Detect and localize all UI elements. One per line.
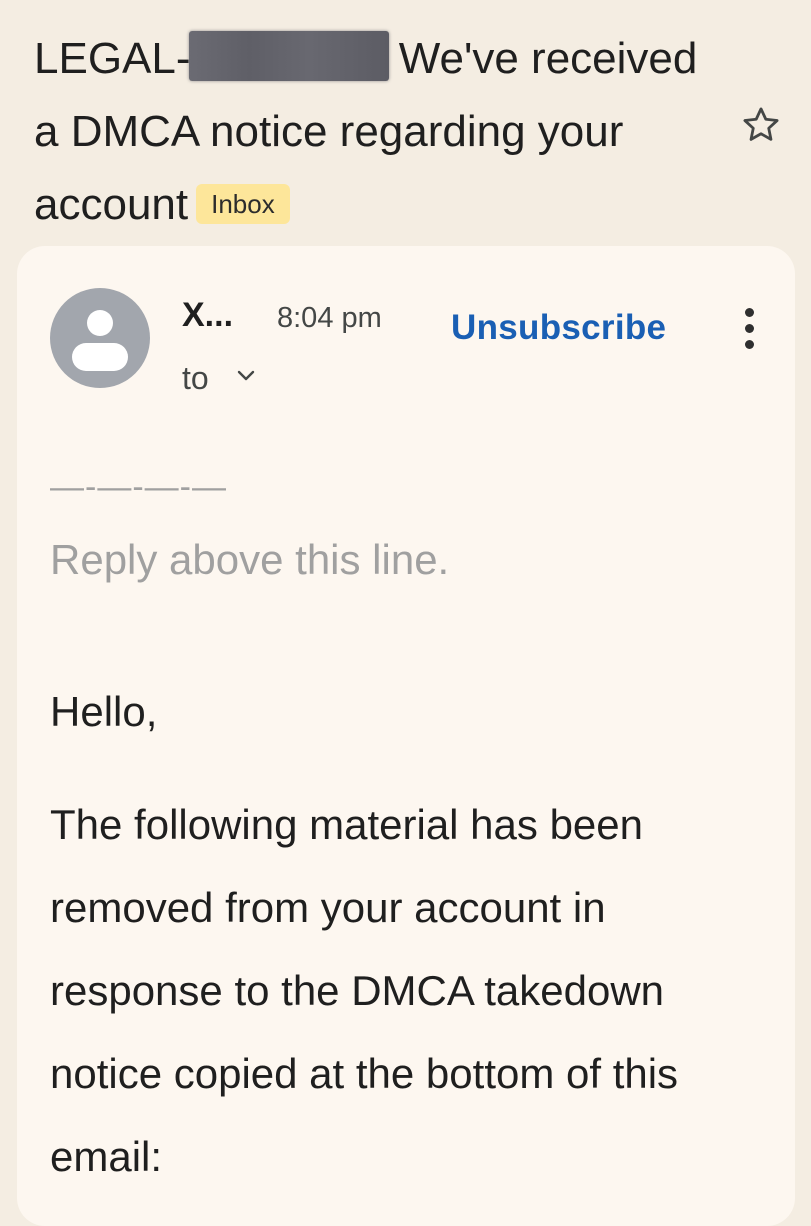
redacted-block (188, 31, 389, 81)
greeting-text: Hello, (50, 688, 158, 735)
message-time: 8:04 pm (277, 302, 382, 334)
sender-name[interactable]: X... (182, 296, 233, 335)
subject-header: LEGAL- We've received a DMCA notice rega… (34, 22, 724, 241)
subject-prefix: LEGAL- (34, 34, 191, 83)
reply-above-hint: Reply above this line. (50, 536, 450, 583)
chevron-down-icon (237, 370, 254, 380)
star-icon[interactable] (740, 104, 782, 146)
to-label: to (182, 360, 209, 396)
recipients-toggle[interactable]: to (182, 360, 257, 397)
unsubscribe-button[interactable]: Unsubscribe (451, 308, 666, 348)
more-options-icon[interactable] (737, 308, 761, 354)
sender-avatar[interactable] (50, 288, 150, 388)
avatar-head-shape (87, 310, 113, 336)
reply-divider: —-—-—-— (50, 468, 227, 506)
email-subject: LEGAL- We've received a DMCA notice rega… (34, 22, 724, 241)
message-card: X... 8:04 pm Unsubscribe to —-—-—-— Repl… (17, 246, 795, 1226)
avatar-body-shape (72, 343, 128, 371)
inbox-label-badge[interactable]: Inbox (196, 184, 290, 224)
message-body: The following material has been removed … (50, 801, 679, 1180)
